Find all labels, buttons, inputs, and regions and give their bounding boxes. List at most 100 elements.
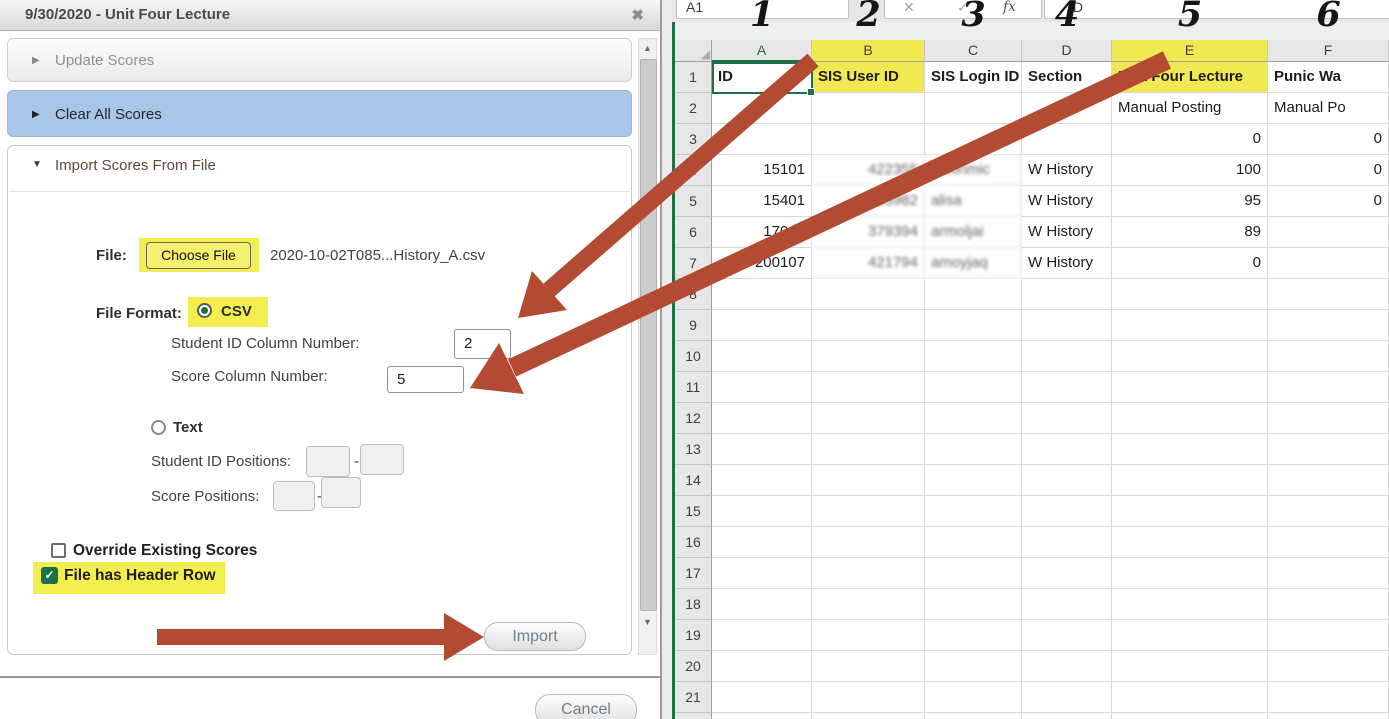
cell-B12[interactable] — [812, 403, 925, 434]
cell-F19[interactable] — [1268, 620, 1389, 651]
cell-B17[interactable] — [812, 558, 925, 589]
cell-F10[interactable] — [1268, 341, 1389, 372]
student-id-column-input[interactable]: 2 — [454, 329, 511, 359]
cell-B13[interactable] — [812, 434, 925, 465]
cell-D11[interactable] — [1022, 372, 1112, 403]
cell-A15[interactable] — [712, 496, 812, 527]
cell-A8[interactable] — [712, 279, 812, 310]
cell-A19[interactable] — [712, 620, 812, 651]
row-header-14[interactable]: 14 — [675, 465, 712, 496]
cell-E19[interactable] — [1112, 620, 1268, 651]
cell-F8[interactable] — [1268, 279, 1389, 310]
cell-F1[interactable]: Punic Wa — [1268, 62, 1389, 93]
cell-A11[interactable] — [712, 372, 812, 403]
dialog-scrollbar[interactable]: ▲ ▼ — [638, 38, 657, 655]
import-button[interactable]: Import — [484, 622, 586, 651]
cell-A21[interactable] — [712, 682, 812, 713]
cell-E17[interactable] — [1112, 558, 1268, 589]
cell-D8[interactable] — [1022, 279, 1112, 310]
cell-B11[interactable] — [812, 372, 925, 403]
fill-handle[interactable] — [807, 88, 815, 96]
cell-C1[interactable]: SIS Login ID — [925, 62, 1022, 93]
row-header-22[interactable]: 22 — [675, 713, 712, 719]
cell-B19[interactable] — [812, 620, 925, 651]
close-icon[interactable]: ✖ — [631, 6, 644, 24]
cell-E14[interactable] — [1112, 465, 1268, 496]
cell-B4[interactable]: 422355 — [812, 155, 925, 186]
cell-E20[interactable] — [1112, 651, 1268, 682]
cell-A5[interactable]: 15401 — [712, 186, 812, 217]
cell-B14[interactable] — [812, 465, 925, 496]
cell-B21[interactable] — [812, 682, 925, 713]
cell-A14[interactable] — [712, 465, 812, 496]
cell-F2[interactable]: Manual Po — [1268, 93, 1389, 124]
cell-F4[interactable]: 0 — [1268, 155, 1389, 186]
cell-C12[interactable] — [925, 403, 1022, 434]
cell-B16[interactable] — [812, 527, 925, 558]
cell-A7[interactable]: 200107 — [712, 248, 812, 279]
row-header-20[interactable]: 20 — [675, 651, 712, 682]
score-pos-start-input[interactable] — [273, 481, 315, 511]
cell-B3[interactable] — [812, 124, 925, 155]
row-header-5[interactable]: 5 — [675, 186, 712, 217]
cell-E5[interactable]: 95 — [1112, 186, 1268, 217]
cell-D17[interactable] — [1022, 558, 1112, 589]
cell-B7[interactable]: 421794 — [812, 248, 925, 279]
row-header-10[interactable]: 10 — [675, 341, 712, 372]
cell-C21[interactable] — [925, 682, 1022, 713]
cell-D18[interactable] — [1022, 589, 1112, 620]
cell-C19[interactable] — [925, 620, 1022, 651]
cell-E22[interactable] — [1112, 713, 1268, 719]
cell-B5[interactable]: 233982 — [812, 186, 925, 217]
column-header-E[interactable]: E — [1112, 40, 1268, 62]
cell-A4[interactable]: 15101 — [712, 155, 812, 186]
row-header-19[interactable]: 19 — [675, 620, 712, 651]
accordion-clear-all-scores[interactable]: ▶ Clear All Scores — [7, 90, 632, 137]
row-header-21[interactable]: 21 — [675, 682, 712, 713]
cell-F14[interactable] — [1268, 465, 1389, 496]
cell-D5[interactable]: W History — [1022, 186, 1112, 217]
cancel-button[interactable]: Cancel — [535, 694, 637, 719]
cell-A22[interactable] — [712, 713, 812, 719]
row-header-11[interactable]: 11 — [675, 372, 712, 403]
cell-C6[interactable]: armoljai — [925, 217, 1022, 248]
cell-D21[interactable] — [1022, 682, 1112, 713]
column-header-F[interactable]: F — [1268, 40, 1389, 62]
cell-E12[interactable] — [1112, 403, 1268, 434]
score-pos-end-input[interactable] — [321, 477, 361, 508]
cell-D15[interactable] — [1022, 496, 1112, 527]
cell-B20[interactable] — [812, 651, 925, 682]
accordion-update-scores[interactable]: ▶ Update Scores — [7, 38, 632, 82]
cell-F18[interactable] — [1268, 589, 1389, 620]
cell-E16[interactable] — [1112, 527, 1268, 558]
row-header-1[interactable]: 1 — [675, 62, 712, 93]
cell-D7[interactable]: W History — [1022, 248, 1112, 279]
scrollbar-thumb[interactable] — [640, 59, 657, 611]
row-header-17[interactable]: 17 — [675, 558, 712, 589]
scroll-down-icon[interactable]: ▼ — [639, 617, 656, 627]
row-header-4[interactable]: 4 — [675, 155, 712, 186]
cell-A10[interactable] — [712, 341, 812, 372]
choose-file-button[interactable]: Choose File — [146, 242, 251, 269]
cell-F7[interactable] — [1268, 248, 1389, 279]
cell-D13[interactable] — [1022, 434, 1112, 465]
cell-B9[interactable] — [812, 310, 925, 341]
cell-C10[interactable] — [925, 341, 1022, 372]
cell-E7[interactable]: 0 — [1112, 248, 1268, 279]
cell-A16[interactable] — [712, 527, 812, 558]
cell-E6[interactable]: 89 — [1112, 217, 1268, 248]
cell-F20[interactable] — [1268, 651, 1389, 682]
cell-A18[interactable] — [712, 589, 812, 620]
cell-C14[interactable] — [925, 465, 1022, 496]
cell-F11[interactable] — [1268, 372, 1389, 403]
cell-A17[interactable] — [712, 558, 812, 589]
cell-C22[interactable] — [925, 713, 1022, 719]
cell-E2[interactable]: Manual Posting — [1112, 93, 1268, 124]
row-header-6[interactable]: 6 — [675, 217, 712, 248]
cell-C7[interactable]: amoyjaq — [925, 248, 1022, 279]
cell-E15[interactable] — [1112, 496, 1268, 527]
cell-A3[interactable] — [712, 124, 812, 155]
column-header-C[interactable]: C — [925, 40, 1022, 62]
cell-E3[interactable]: 0 — [1112, 124, 1268, 155]
cell-B10[interactable] — [812, 341, 925, 372]
